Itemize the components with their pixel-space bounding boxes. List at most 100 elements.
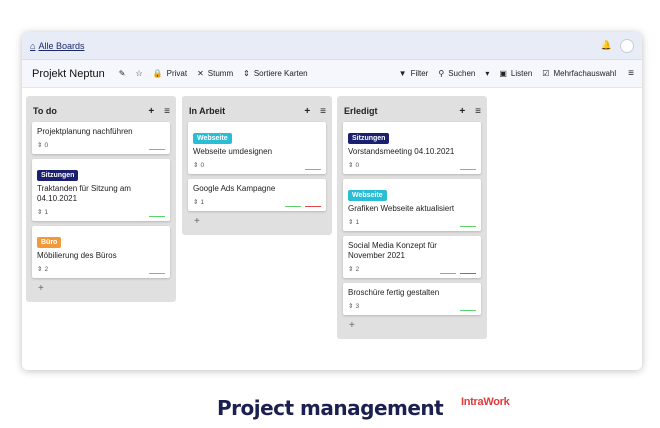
menu-icon[interactable]: ≡ [628,68,634,79]
filter-label: Filter [410,69,429,78]
progress-bar-green [285,205,301,207]
progress-bar-red [460,272,476,274]
star-board-button[interactable]: ☆ [135,69,142,78]
sort-handle-icon: ⇕ [348,219,354,226]
card[interactable]: Google Ads Kampagne ⇕ 1 [188,179,326,211]
add-card-icon[interactable]: + [148,106,154,117]
add-card-button[interactable]: + [188,216,326,227]
sort-handle-icon: ⇕ [193,162,199,169]
card[interactable]: Webseite Grafiken Webseite aktualisiert … [343,179,481,231]
card-meta: ⇕ 2 [37,264,165,274]
progress-bar-green [440,272,456,274]
card-title: Broschüre fertig gestalten [348,288,440,297]
card-title: Grafiken Webseite aktualisiert [348,204,455,213]
card-count: 1 [44,208,49,216]
brand-logo: IntraWork [461,396,510,408]
card-label: Sitzungen [348,133,390,144]
checkbox-icon: ☑ [542,69,550,78]
card[interactable]: Social Media Konzept für November 2021 ⇕… [343,236,481,278]
lists-view-button[interactable]: ▣ Listen [499,69,532,78]
card-count: 1 [200,198,205,206]
sort-label: Sortiere Karten [253,69,308,78]
list-column-in-progress: In Arbeit + ≡ Webseite Webseite umdesign… [182,96,332,235]
sort-handle-icon: ⇕ [37,266,43,273]
list-menu-icon[interactable]: ≡ [320,106,326,117]
card-count: 1 [355,218,360,226]
breadcrumb[interactable]: ⌂ Alle Boards [30,41,84,51]
card-count: 0 [200,161,205,169]
list-view-icon: ▣ [499,69,507,78]
add-card-button[interactable]: + [32,283,170,294]
list-title[interactable]: In Arbeit [189,106,225,116]
card[interactable]: Projektplanung nachführen ⇕ 0 [32,122,170,154]
sort-handle-icon: ⇕ [348,266,354,273]
list-title[interactable]: Erledigt [344,106,378,116]
star-icon: ☆ [135,69,143,78]
sort-handle-icon: ⇕ [37,142,43,149]
sort-cards-button[interactable]: ⇕ Sortiere Karten [243,69,308,78]
sort-handle-icon: ⇕ [348,162,354,169]
card[interactable]: Broschüre fertig gestalten ⇕ 3 [343,283,481,315]
breadcrumb-all-boards[interactable]: Alle Boards [38,41,84,51]
list-column-todo: To do + ≡ Projektplanung nachführen ⇕ 0 S… [26,96,176,302]
add-card-icon[interactable]: + [459,106,465,117]
mute-button[interactable]: ✕ Stumm [197,69,233,78]
progress-bar-green [460,309,476,311]
sort-handle-icon: ⇕ [193,199,199,206]
card-count: 0 [44,141,49,149]
card-title: Social Media Konzept für November 2021 [348,241,437,260]
filter-button[interactable]: ▼ Filter [399,69,429,78]
card-label: Webseite [193,133,232,144]
card-count: 2 [355,265,360,273]
card-meta: ⇕ 1 [37,207,165,217]
list-column-done: Erledigt + ≡ Sitzungen Vorstandsmeeting … [337,96,487,339]
progress-bar-green [305,168,321,170]
card-meta: ⇕ 0 [37,140,165,150]
bell-slash-icon: ✕ [197,69,204,78]
list-title[interactable]: To do [33,106,57,116]
card-count: 3 [355,302,360,310]
visibility-label: Privat [166,69,188,78]
add-card-icon[interactable]: + [304,106,310,117]
bell-icon[interactable]: 🔔 [601,40,612,51]
filter-icon: ▼ [398,69,407,78]
caption-title: Project management [217,396,444,420]
card-title: Projektplanung nachführen [37,127,133,136]
multiselect-label: Mehrfachauswahl [553,69,617,78]
sort-icon: ⇕ [243,69,250,78]
avatar[interactable] [620,38,634,53]
sort-handle-icon: ⇕ [348,303,354,310]
home-icon: ⌂ [30,40,36,51]
card[interactable]: Webseite Webseite umdesignen ⇕ 0 [188,122,326,174]
card[interactable]: Sitzungen Vorstandsmeeting 04.10.2021 ⇕ 0 [343,122,481,174]
list-header: Erledigt + ≡ [343,100,481,122]
card[interactable]: Büro Möbilierung des Büros ⇕ 2 [32,226,170,278]
list-menu-icon[interactable]: ≡ [164,106,170,117]
progress-bar-green [460,168,476,170]
progress-bar-green [149,272,165,274]
progress-bar-green [149,148,165,150]
card[interactable]: Sitzungen Traktanden für Sitzung am 04.1… [32,159,170,221]
lock-icon: 🔒 [152,69,163,78]
list-menu-icon[interactable]: ≡ [475,106,481,117]
edit-board-button[interactable]: ✎ [119,69,126,78]
card-label: Webseite [348,190,387,201]
multiselect-button[interactable]: ☑ Mehrfachauswahl [542,69,616,78]
search-dropdown-button[interactable]: ▾ [485,69,489,78]
card-title: Traktanden für Sitzung am 04.10.2021 [37,184,131,203]
sort-handle-icon: ⇕ [37,209,43,216]
caret-down-icon: ▾ [485,69,490,78]
list-header: In Arbeit + ≡ [188,100,326,122]
lists-label: Listen [510,69,533,78]
add-card-button[interactable]: + [343,320,481,331]
card-meta: ⇕ 0 [348,160,476,170]
edit-icon: ✎ [118,69,126,78]
search-button[interactable]: ⚲ Suchen [438,69,475,78]
card-title: Möbilierung des Büros [37,251,117,260]
card-meta: ⇕ 1 [348,217,476,227]
top-navigation-bar: ⌂ Alle Boards 🔔 [22,32,642,60]
visibility-button[interactable]: 🔒 Privat [153,69,187,78]
card-label: Büro [37,237,62,248]
progress-bar-green [460,225,476,227]
card-label: Sitzungen [37,170,79,181]
